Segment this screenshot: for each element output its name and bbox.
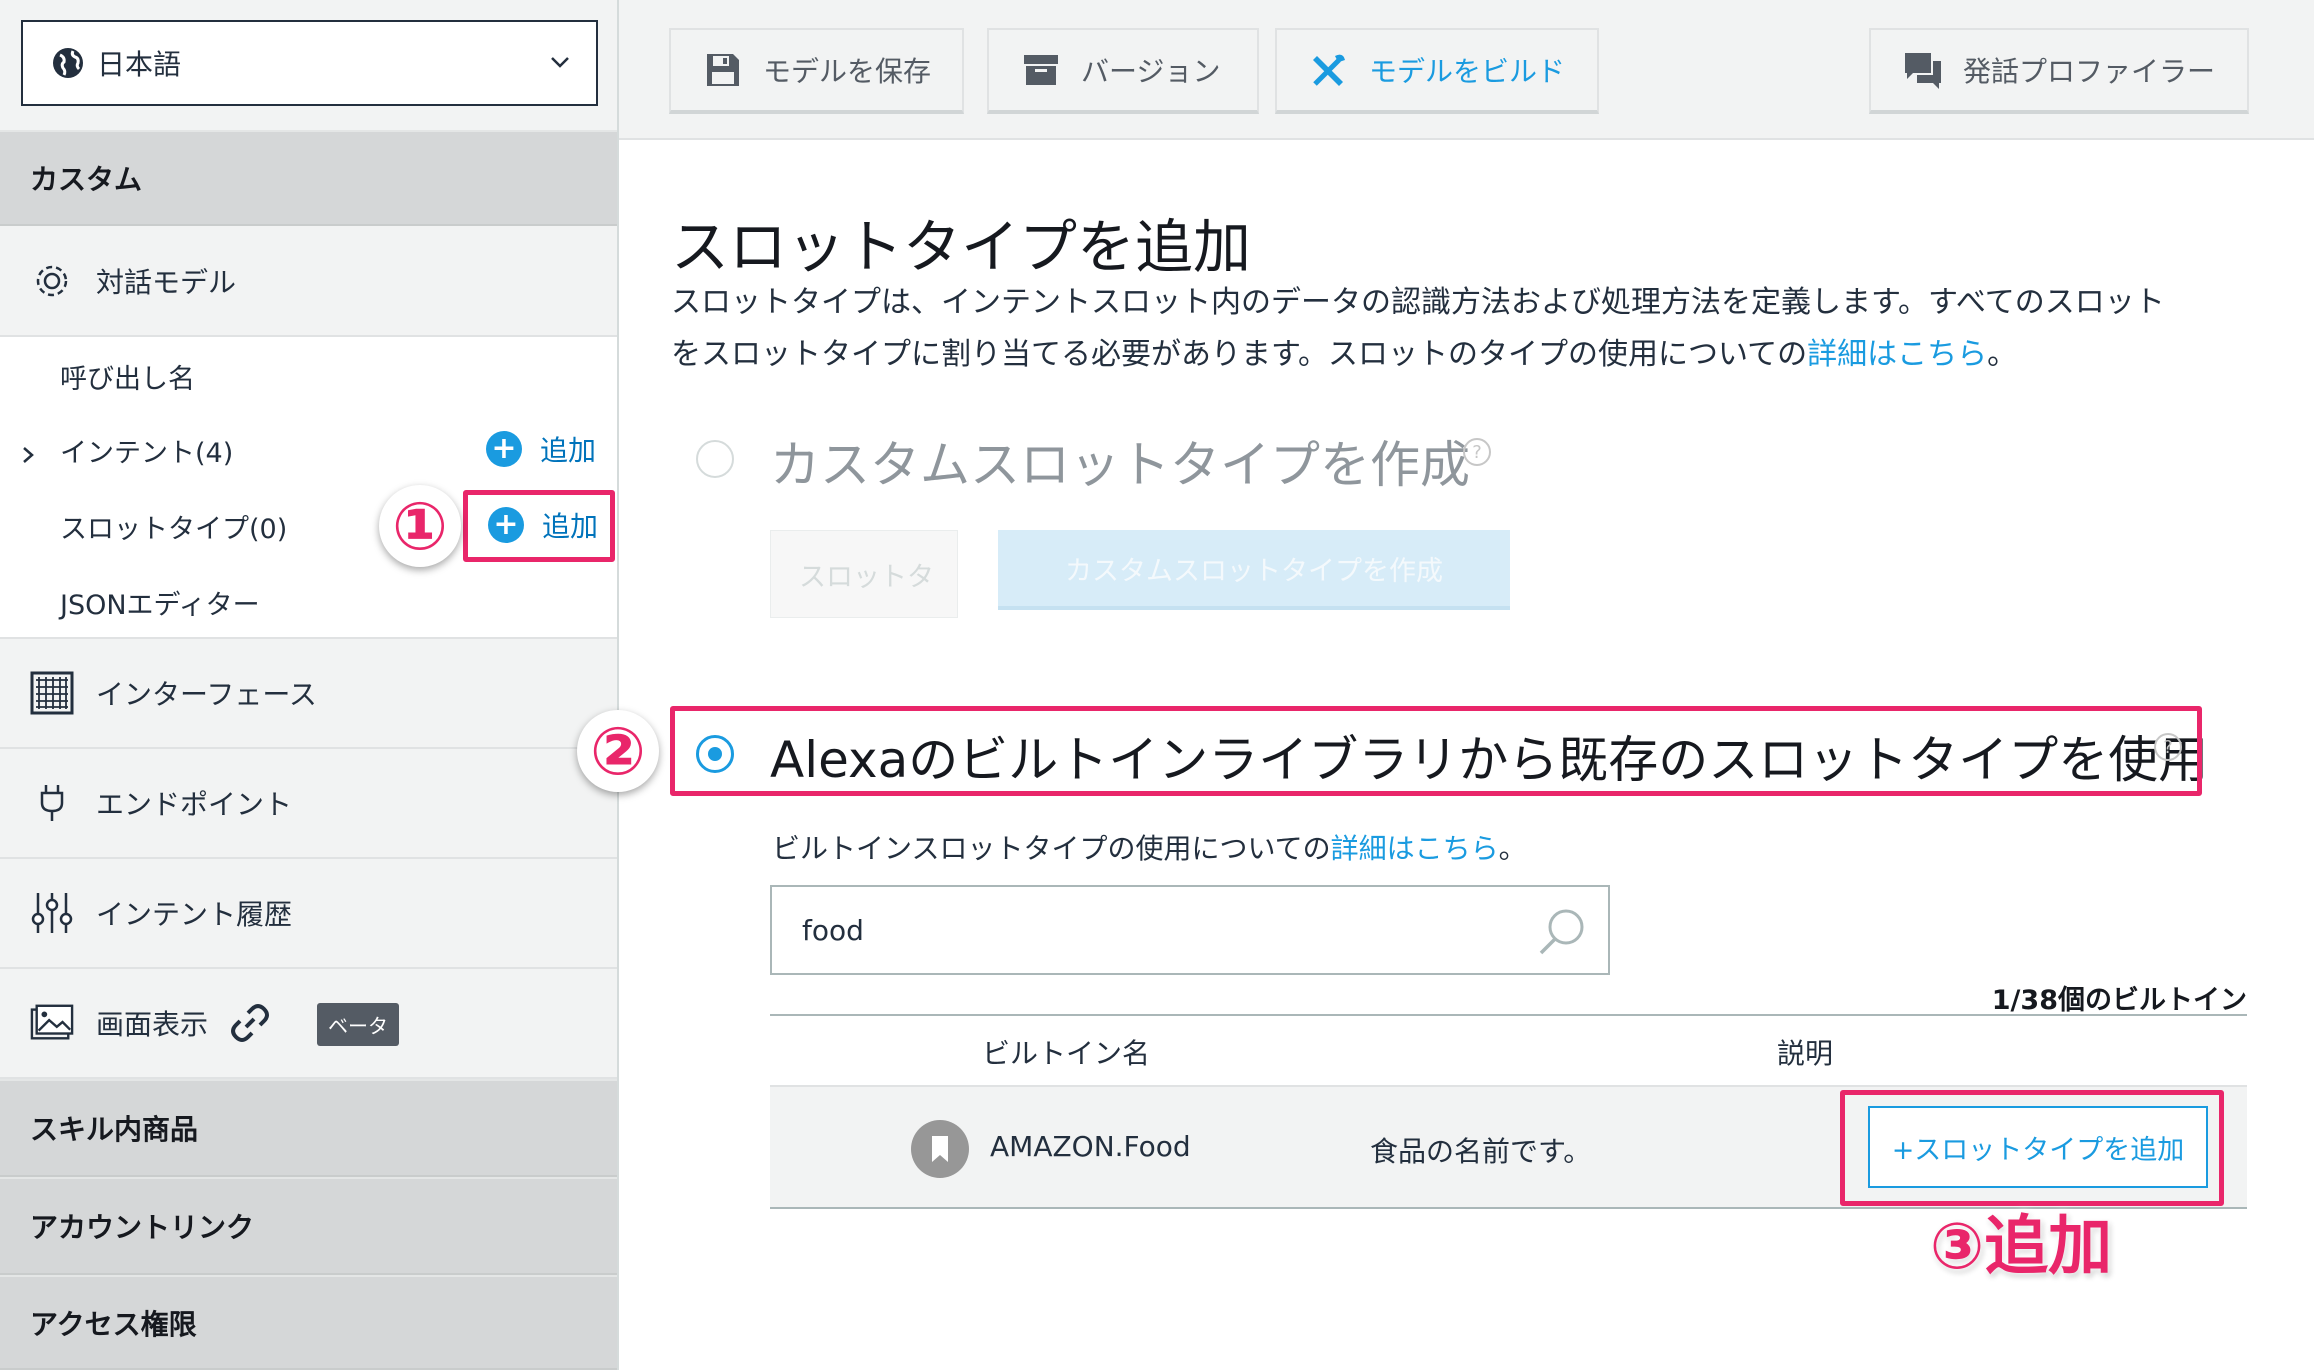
column-header-name: ビルトイン名: [982, 1037, 1151, 1070]
build-model-label: モデルをビルド: [1369, 55, 1566, 88]
create-custom-slot-button[interactable]: カスタムスロットタイプを作成: [998, 530, 1510, 610]
result-count: 1/38個のビルトイン: [1991, 985, 2247, 1016]
tools-icon: [1309, 50, 1349, 90]
subnav-json-editor[interactable]: JSONエディター: [60, 583, 260, 622]
beta-badge: ベータ: [317, 1003, 399, 1046]
section-custom[interactable]: カスタム: [0, 130, 617, 226]
nav-dialog-model-label: 対話モデル: [96, 265, 237, 299]
utterance-profiler-button[interactable]: 発話プロファイラー: [1869, 28, 2249, 114]
step2-marker: ②: [577, 710, 659, 792]
nav-intent-history[interactable]: インテント履歴: [0, 859, 617, 969]
table-divider: [770, 1014, 2247, 1016]
save-model-label: モデルを保存: [763, 55, 932, 88]
option-custom-label: カスタムスロットタイプを作成: [770, 436, 1470, 494]
subnav-intents[interactable]: インテント(4): [60, 431, 233, 470]
builtin-description: ビルトインスロットタイプの使用についての詳細はこちら。: [772, 827, 1527, 867]
chat-bubbles-icon: [1903, 50, 1943, 90]
description-period: 。: [1987, 337, 2018, 372]
nav-interfaces-label: インターフェース: [96, 678, 317, 711]
section-isp[interactable]: スキル内商品: [0, 1079, 617, 1177]
section-permissions[interactable]: アクセス権限: [0, 1275, 617, 1370]
utterance-profiler-label: 発話プロファイラー: [1963, 55, 2216, 88]
plug-icon: [30, 781, 74, 825]
page-title: スロットタイプを追加: [671, 213, 1252, 281]
section-custom-label: カスタム: [30, 163, 143, 196]
radio-custom-slot-type[interactable]: [696, 440, 734, 478]
description-line2: をスロットタイプに割り当てる必要があります。スロットのタイプの使用についての: [671, 337, 1808, 372]
versions-label: バージョン: [1081, 55, 1221, 88]
subnav-invocation[interactable]: 呼び出し名: [60, 357, 195, 396]
nav-endpoint-label: エンドポイント: [96, 788, 293, 821]
language-select[interactable]: 日本語: [21, 20, 598, 106]
save-model-button[interactable]: モデルを保存: [669, 28, 964, 114]
row-builtin-description: 食品の名前です。: [1370, 1135, 1592, 1168]
nav-intent-history-label: インテント履歴: [96, 898, 293, 931]
search-value: food: [802, 913, 864, 947]
top-toolbar: モデルを保存 バージョン モデルをビルド 発話プロファイラー: [619, 0, 2314, 140]
row-builtin-name: AMAZON.Food: [990, 1130, 1191, 1163]
nav-endpoint[interactable]: エンドポイント: [0, 749, 617, 859]
chevron-down-icon: [551, 57, 569, 68]
add-intent-label: 追加: [540, 434, 597, 467]
build-model-button[interactable]: モデルをビルド: [1275, 28, 1599, 114]
section-account-linking[interactable]: アカウントリンク: [0, 1177, 617, 1275]
builtin-description-text: ビルトインスロットタイプの使用についての: [772, 832, 1331, 865]
step3-marker: ③追加: [1930, 1210, 2113, 1284]
versions-button[interactable]: バージョン: [987, 28, 1259, 114]
column-header-description: 説明: [1777, 1037, 1834, 1070]
dialog-model-subnav: 呼び出し名 インテント(4) + 追加 スロットタイプ(0) + 追加 JSON…: [0, 337, 617, 639]
step1-marker: ①: [379, 485, 461, 567]
globe-icon: [53, 48, 83, 78]
link-icon[interactable]: [228, 1001, 272, 1045]
plus-circle-icon: +: [486, 431, 522, 467]
page-description: スロットタイプは、インテントスロット内のデータの認識方法および処理方法を定義しま…: [671, 277, 2271, 381]
builtin-description-period: 。: [1498, 832, 1527, 865]
sidebar: 日本語 カスタム 対話モデル 呼び出し名 インテント(4) + 追加 スロットタ…: [0, 0, 619, 1370]
chevron-right-icon[interactable]: [20, 445, 36, 465]
section-permissions-label: アクセス権限: [30, 1307, 197, 1341]
highlight-box-step1: [463, 490, 615, 562]
nav-display[interactable]: 画面表示: [0, 969, 617, 1079]
nav-dialog-model[interactable]: 対話モデル: [0, 226, 617, 337]
nav-display-label: 画面表示: [96, 1008, 209, 1041]
gear-icon: [30, 259, 74, 303]
builtin-search-input[interactable]: food: [770, 885, 1610, 975]
grid-icon: [30, 671, 74, 715]
nav-interfaces[interactable]: インターフェース: [0, 639, 617, 749]
description-line1: スロットタイプは、インテントスロット内のデータの認識方法および処理方法を定義しま…: [671, 285, 2165, 320]
add-intent-link[interactable]: + 追加: [486, 429, 596, 469]
section-isp-label: スキル内商品: [30, 1113, 199, 1146]
search-icon[interactable]: [1536, 905, 1588, 957]
floppy-disk-icon: [703, 50, 743, 90]
image-icon: [30, 1001, 74, 1045]
builtin-details-link[interactable]: 詳細はこちら: [1331, 832, 1499, 865]
sliders-icon: [30, 891, 74, 935]
help-icon[interactable]: ?: [1463, 438, 1491, 466]
section-account-linking-label: アカウントリンク: [30, 1211, 255, 1244]
archive-box-icon: [1021, 50, 1061, 90]
details-link[interactable]: 詳細はこちら: [1807, 337, 1987, 372]
highlight-box-step2: [670, 706, 2202, 796]
bookmark-icon: [911, 1120, 969, 1178]
subnav-slot-types[interactable]: スロットタイプ(0): [60, 507, 287, 546]
highlight-box-step3: [1840, 1090, 2224, 1206]
custom-slot-name-input[interactable]: スロットタ: [770, 530, 958, 618]
language-label: 日本語: [97, 48, 182, 81]
